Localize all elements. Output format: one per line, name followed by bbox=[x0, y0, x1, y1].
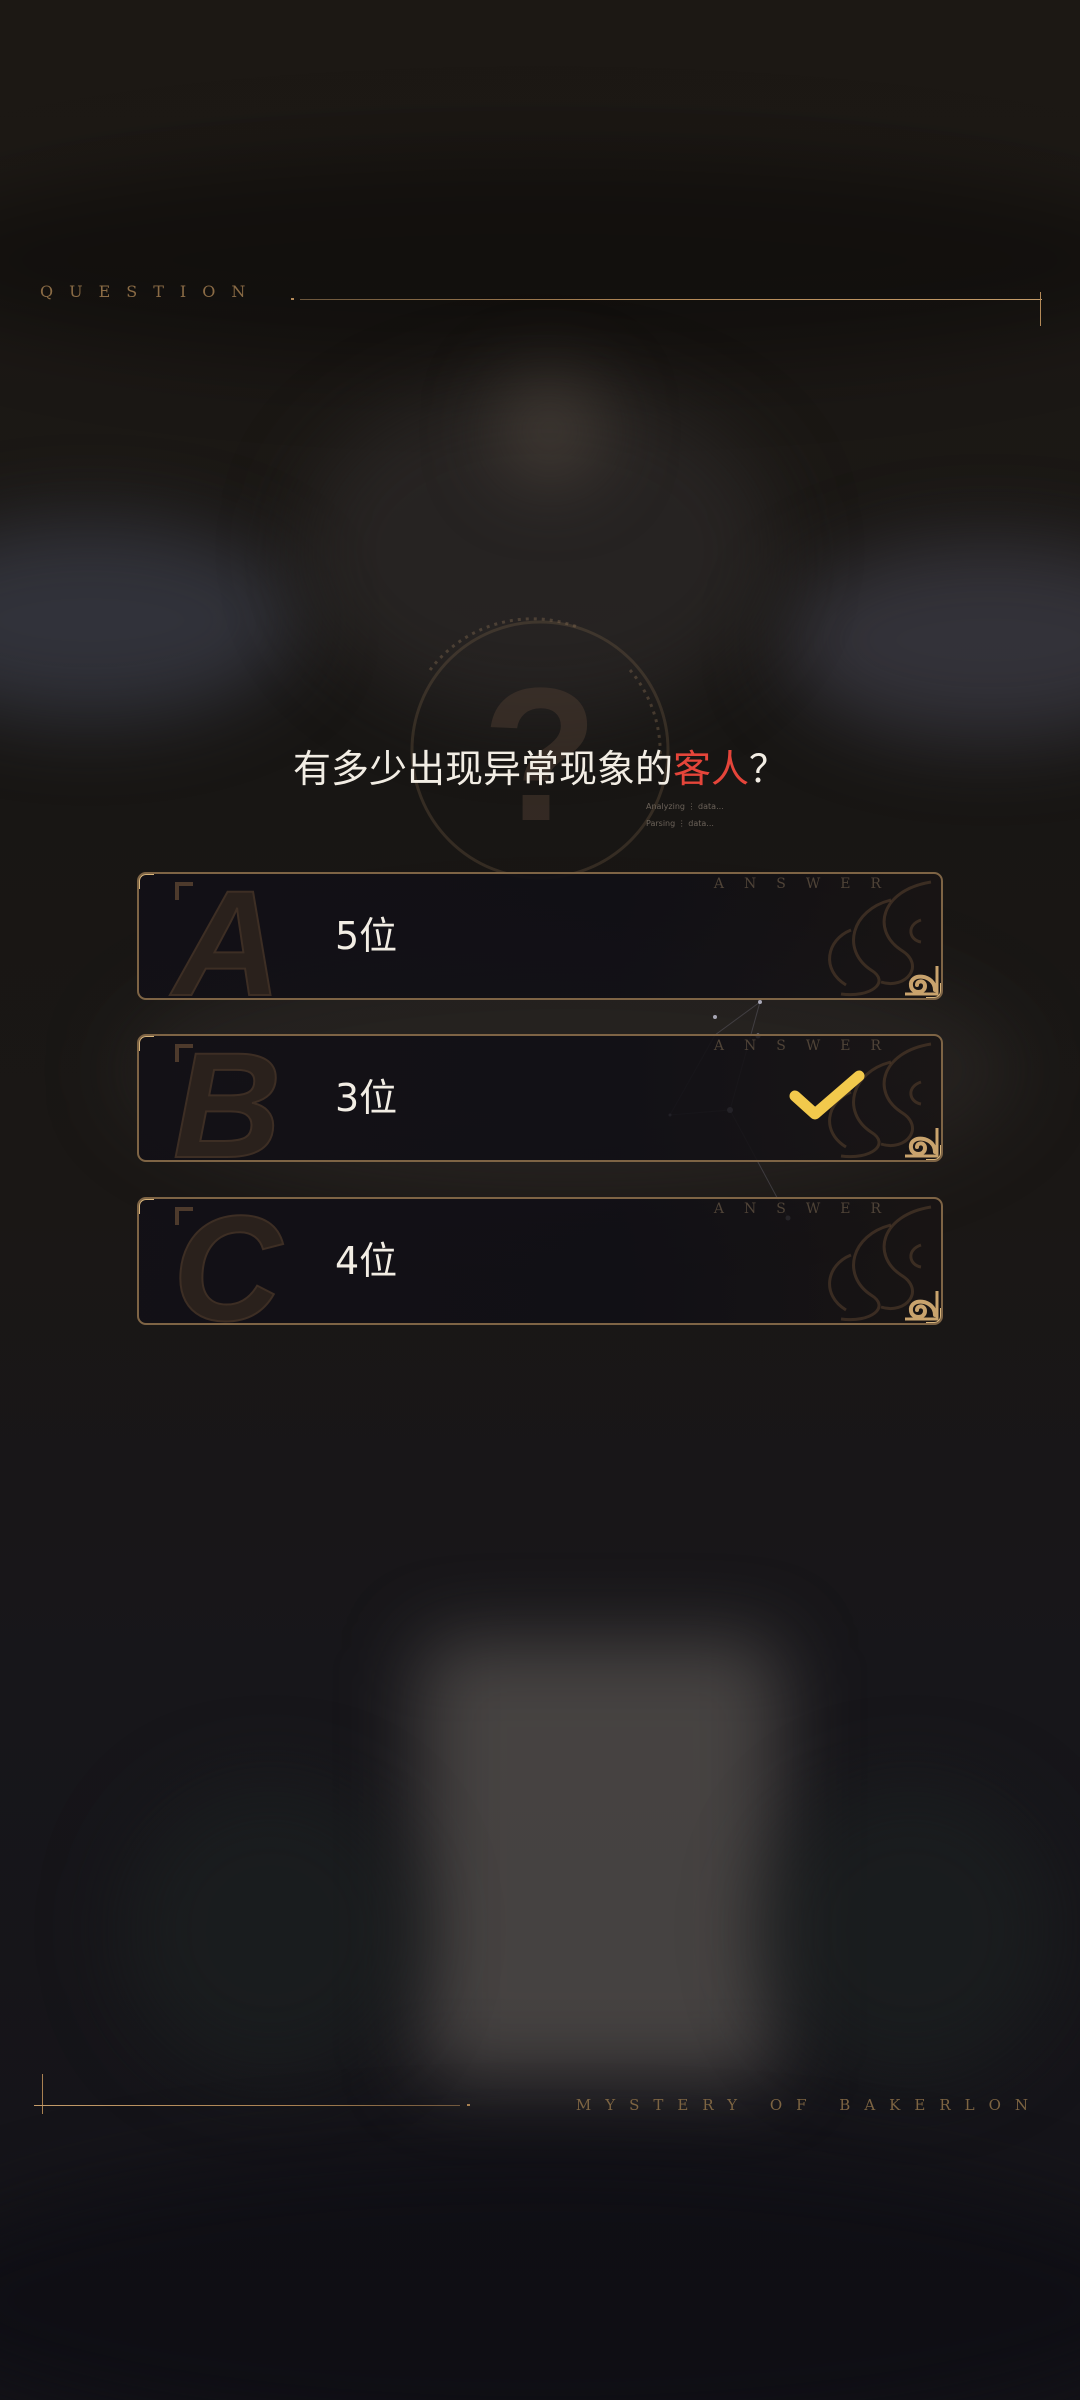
answer-text: 3位 bbox=[335, 1076, 398, 1120]
footer-title: MYSTERY OF BAKERLON bbox=[575, 2096, 1042, 2114]
answer-option-b[interactable]: B ANSWER 3位 bbox=[137, 1034, 943, 1162]
background-blur-left-shadow bbox=[120, 1780, 420, 2080]
question-highlight: 客人 bbox=[672, 747, 749, 791]
background-blur-doorway bbox=[420, 1640, 780, 2080]
question-text-main: 有多少出现异常现象的 bbox=[292, 747, 673, 791]
corner-mark-icon bbox=[175, 1207, 193, 1225]
answer-text: 4位 bbox=[335, 1239, 398, 1283]
header-rule bbox=[300, 299, 1042, 300]
emblem-status-line: Parsing ⋮ data... bbox=[646, 819, 714, 828]
footer-rule-dot bbox=[467, 2104, 470, 2106]
background-blur-bottom bbox=[0, 2150, 1080, 2400]
answer-text: 5位 bbox=[335, 914, 398, 958]
answer-option-c[interactable]: C ANSWER 4位 bbox=[137, 1197, 943, 1325]
quiz-screen: QUESTION ? Analyzing ⋮ data... Parsing ⋮… bbox=[0, 0, 1080, 2400]
footer-rule-cross bbox=[42, 2074, 43, 2114]
background-blur-left-light bbox=[0, 520, 300, 720]
background-blur-right-light bbox=[780, 540, 1080, 740]
question-text: 有多少出现异常现象的客人？ bbox=[0, 738, 1080, 793]
corner-swirl-icon bbox=[905, 1291, 939, 1321]
corner-swirl-icon bbox=[905, 1128, 939, 1158]
background-blur-lamp bbox=[500, 380, 600, 480]
answer-option-a[interactable]: A ANSWER 5位 bbox=[137, 872, 943, 1000]
emblem-status-line: Analyzing ⋮ data... bbox=[646, 802, 724, 811]
corner-swirl-icon bbox=[905, 966, 939, 996]
background-blur-top bbox=[0, 150, 1080, 370]
corner-mark-icon bbox=[175, 882, 193, 900]
question-mark: ？ bbox=[749, 747, 788, 791]
checkmark-icon bbox=[789, 1070, 865, 1120]
question-label: QUESTION bbox=[40, 282, 262, 301]
header-rule-dot bbox=[291, 298, 294, 300]
background-blur-right-shadow bbox=[760, 1780, 1060, 2080]
emblem-status: Analyzing ⋮ data... Parsing ⋮ data... bbox=[646, 798, 724, 832]
header-rule-cross bbox=[1040, 292, 1041, 326]
corner-mark-icon bbox=[175, 1044, 193, 1062]
footer-rule bbox=[34, 2105, 460, 2106]
